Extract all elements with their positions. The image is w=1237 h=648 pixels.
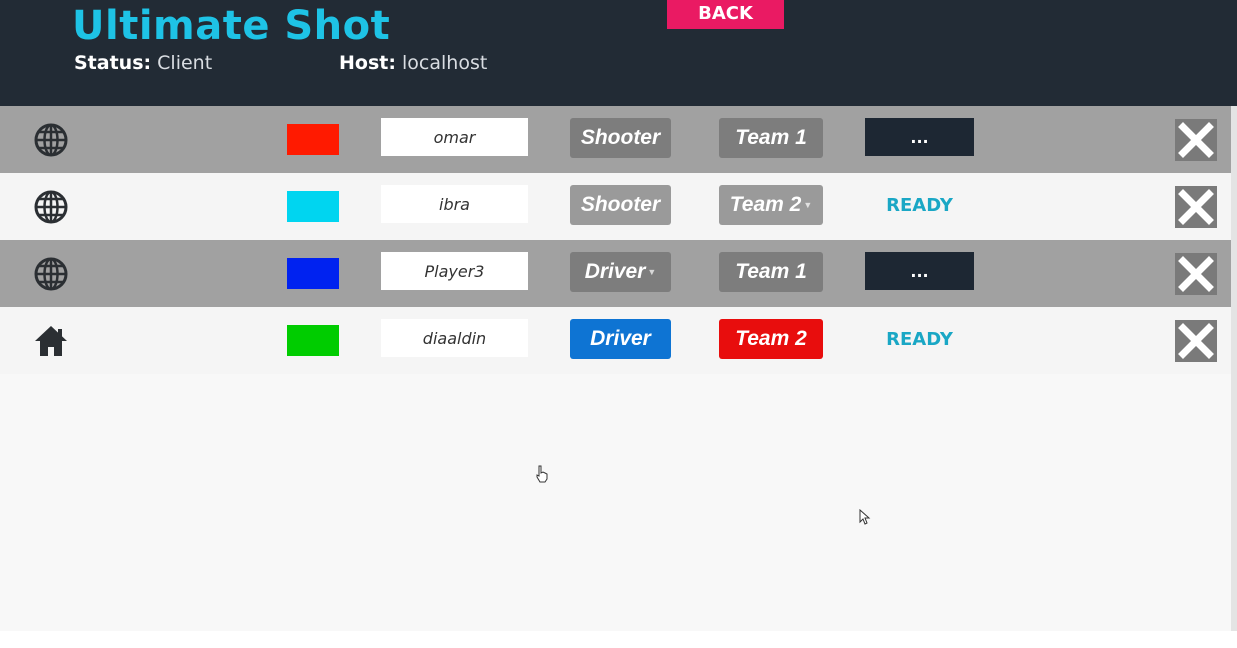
role-label: Shooter	[580, 193, 661, 216]
player-color-swatch[interactable]	[287, 258, 339, 289]
role-dropdown[interactable]: Driver ▼	[570, 252, 671, 292]
scrollbar[interactable]	[1231, 106, 1237, 631]
arrow-cursor-icon	[859, 509, 871, 525]
team-dropdown[interactable]: Team 2 ▼	[719, 185, 823, 225]
globe-icon	[34, 257, 68, 291]
role-dropdown[interactable]: Shooter	[570, 118, 671, 158]
player-name-field[interactable]: omar	[381, 118, 528, 156]
chevron-down-icon: ▼	[803, 200, 813, 210]
player-name-field[interactable]: ibra	[381, 185, 528, 223]
team-label: Team 1	[735, 260, 807, 283]
ready-button[interactable]: ...	[865, 118, 974, 156]
status-label: Status:	[74, 52, 152, 74]
role-label: Driver	[590, 327, 651, 350]
role-dropdown[interactable]: Shooter	[570, 185, 671, 225]
player-row: omar Shooter Team 1 ...	[0, 106, 1231, 173]
player-row: diaaldin Driver Team 2 READY	[0, 307, 1231, 374]
close-icon[interactable]	[1175, 253, 1217, 295]
role-dropdown[interactable]: Driver	[570, 319, 671, 359]
team-label: Team 2	[735, 327, 807, 350]
hand-cursor-icon	[536, 465, 548, 483]
player-color-swatch[interactable]	[287, 325, 339, 356]
ready-status: READY	[886, 328, 953, 350]
host-value: localhost	[402, 52, 488, 74]
team-dropdown[interactable]: Team 2	[719, 319, 823, 359]
ready-button[interactable]: ...	[865, 252, 974, 290]
team-label: Team 2	[729, 193, 802, 216]
team-dropdown[interactable]: Team 1	[719, 118, 823, 158]
globe-icon	[34, 190, 68, 224]
close-icon[interactable]	[1175, 320, 1217, 362]
home-icon	[35, 326, 67, 356]
player-row: ibra Shooter Team 2 ▼ READY	[0, 173, 1231, 240]
player-name-field[interactable]: Player3	[381, 252, 528, 290]
status-line: Status: Client	[74, 52, 212, 74]
team-dropdown[interactable]: Team 1	[719, 252, 823, 292]
player-color-swatch[interactable]	[287, 124, 339, 155]
ready-status: READY	[886, 194, 953, 216]
player-color-swatch[interactable]	[287, 191, 339, 222]
game-title: Ultimate Shot	[72, 3, 391, 49]
team-label: Team 1	[735, 126, 807, 149]
close-icon[interactable]	[1175, 186, 1217, 228]
player-name-field[interactable]: diaaldin	[381, 319, 528, 357]
lobby-header: Ultimate Shot Status: Client Host: local…	[0, 0, 1237, 106]
role-label: Driver	[584, 260, 646, 283]
back-button[interactable]: BACK	[667, 0, 784, 29]
host-label: Host:	[339, 52, 396, 74]
role-label: Shooter	[580, 126, 661, 149]
chevron-down-icon: ▼	[647, 267, 657, 277]
globe-icon	[34, 123, 68, 157]
status-value: Client	[157, 52, 213, 74]
host-line: Host: localhost	[339, 52, 487, 74]
close-icon[interactable]	[1175, 119, 1217, 161]
player-row: Player3 Driver ▼ Team 1 ...	[0, 240, 1231, 307]
player-list: omar Shooter Team 1 ... ibra Shooter Tea…	[0, 106, 1231, 631]
